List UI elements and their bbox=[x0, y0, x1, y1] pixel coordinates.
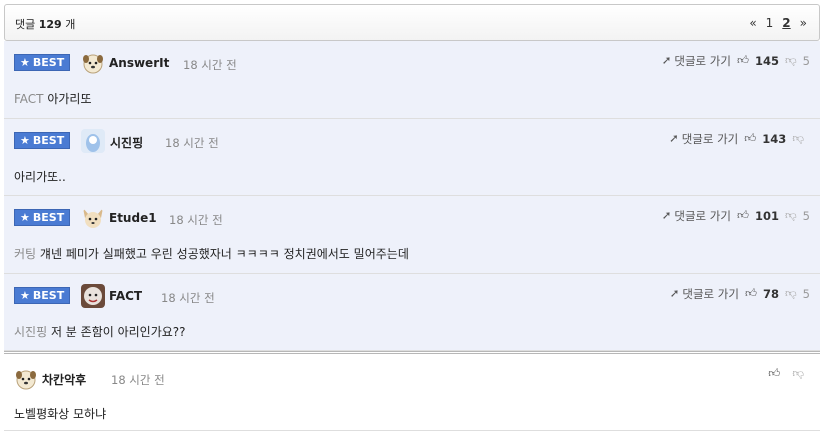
thumbs-up-icon[interactable]: 👍︎ bbox=[745, 288, 757, 300]
comment-item: ★ BEST AnswerIt 18 시간 전 ➚ 댓글로 가기 👍︎ 145 👎… bbox=[4, 41, 820, 119]
comment-text: 저 분 존함이 아리인가요?? bbox=[50, 324, 186, 339]
goto-comment-label: 댓글로 가기 bbox=[674, 209, 731, 224]
pagination: « 1 2 » bbox=[749, 16, 807, 30]
comment-item: ★ BEST Etude1 18 시간 전 ➚ 댓글로 가기 👍︎ 101 👎︎ … bbox=[4, 196, 820, 274]
goto-comment-label: 댓글로 가기 bbox=[681, 131, 739, 146]
goto-comment-label: 댓글로 가기 bbox=[682, 286, 739, 301]
comment-item: ★ BEST FACT 18 시간 전 ➚ 댓글로 가기 👍︎ 78 👎︎ 5 시… bbox=[4, 273, 820, 352]
dislike-count: 5 bbox=[802, 209, 810, 224]
reply-target[interactable]: FACT bbox=[14, 92, 44, 106]
goto-comment-link[interactable]: ➚ 댓글로 가기 bbox=[662, 53, 731, 69]
author-name[interactable]: AnswerIt bbox=[109, 56, 169, 70]
comment-actions: ➚ 댓글로 가기 👍︎ 78 👎︎ 5 bbox=[670, 286, 810, 302]
comments-header: 댓글 129 개 « 1 2 » bbox=[4, 4, 820, 41]
dislike-count: 5 bbox=[802, 54, 810, 68]
comment-actions: ➚ 댓글로 가기 👍︎ 145 👎︎ 5 bbox=[662, 53, 810, 69]
author-name[interactable]: 차칸악후 bbox=[42, 371, 86, 388]
comment-text: 아가리또 bbox=[47, 92, 92, 106]
dislike-count: 5 bbox=[802, 286, 810, 301]
avatar[interactable] bbox=[81, 51, 105, 75]
page-2-link[interactable]: 2 bbox=[782, 16, 790, 30]
avatar[interactable] bbox=[81, 283, 105, 308]
comment-count-label: 댓글 bbox=[15, 18, 36, 31]
comment-body: FACT 아가리또 bbox=[14, 90, 92, 107]
best-badge: ★ BEST bbox=[14, 54, 71, 71]
comment-body: 노벨평화상 모하냐 bbox=[14, 405, 106, 422]
reply-target[interactable]: 커팅 bbox=[14, 247, 36, 261]
comment-body: 커팅 걔넨 페미가 실패했고 우린 성공했자너 ㅋㅋㅋㅋ 정치권에서도 밀어주는… bbox=[14, 245, 409, 262]
author-name[interactable]: Etude1 bbox=[109, 211, 157, 225]
thumbs-down-icon[interactable]: 👎︎ bbox=[785, 288, 797, 300]
best-badge: ★ BEST bbox=[14, 131, 71, 149]
star-icon: ★ bbox=[20, 288, 30, 302]
star-icon: ★ bbox=[20, 211, 30, 225]
send-icon: ➚ bbox=[661, 208, 672, 223]
comment-actions: ➚ 댓글로 가기 👍︎ 101 👎︎ 5 bbox=[662, 208, 810, 224]
comment-count-unit: 개 bbox=[65, 18, 76, 31]
comment-text: 아리가또.. bbox=[14, 169, 66, 184]
goto-comment-link[interactable]: ➚ 댓글로 가기 bbox=[662, 208, 731, 224]
thumbs-up-icon[interactable]: 👍︎ bbox=[737, 210, 749, 222]
comment-text: 노벨평화상 모하냐 bbox=[14, 407, 107, 422]
thumbs-up-icon[interactable]: 👍︎ bbox=[744, 132, 756, 145]
comment-actions: 👍︎ 👎︎ bbox=[768, 368, 810, 380]
comment-count: 댓글 129 개 bbox=[15, 16, 75, 32]
best-badge-label: BEST bbox=[32, 288, 65, 302]
comment-item: 차칸악후 18 시간 전 👍︎ 👎︎ 노벨평화상 모하냐 bbox=[4, 351, 820, 432]
author-name[interactable]: FACT bbox=[109, 289, 142, 303]
avatar[interactable] bbox=[14, 367, 38, 391]
send-icon: ➚ bbox=[669, 130, 679, 145]
next-page-button[interactable]: » bbox=[800, 16, 807, 30]
thumbs-down-icon[interactable]: 👎︎ bbox=[792, 132, 804, 145]
like-count: 143 bbox=[762, 131, 787, 146]
best-badge-label: BEST bbox=[32, 133, 65, 147]
best-badge-label: BEST bbox=[32, 56, 65, 69]
comment-time: 18 시간 전 bbox=[111, 373, 165, 388]
comment-time: 18 시간 전 bbox=[169, 213, 223, 228]
comment-time: 18 시간 전 bbox=[161, 290, 215, 305]
thumbs-up-icon[interactable]: 👍︎ bbox=[768, 368, 780, 380]
comment-body: 아리가또.. bbox=[14, 168, 66, 185]
like-count: 101 bbox=[754, 209, 779, 224]
thumbs-up-icon[interactable]: 👍︎ bbox=[737, 55, 749, 67]
author-name[interactable]: 시진핑 bbox=[110, 134, 143, 151]
send-icon: ➚ bbox=[661, 53, 672, 68]
reply-target[interactable]: 시진핑 bbox=[14, 325, 47, 339]
comment-body: 시진핑 저 분 존함이 아리인가요?? bbox=[14, 323, 186, 340]
send-icon: ➚ bbox=[669, 286, 680, 301]
comment-item: ★ BEST 시진핑 18 시간 전 ➚ 댓글로 가기 👍︎ 143 👎︎ 아리가… bbox=[4, 118, 820, 197]
like-count: 78 bbox=[762, 286, 779, 301]
comment-actions: ➚ 댓글로 가기 👍︎ 143 👎︎ bbox=[669, 131, 810, 147]
goto-comment-link[interactable]: ➚ 댓글로 가기 bbox=[669, 131, 738, 147]
best-badge: ★ BEST bbox=[14, 209, 71, 227]
comment-time: 18 시간 전 bbox=[183, 58, 237, 72]
page-1-link[interactable]: 1 bbox=[766, 16, 774, 30]
best-badge: ★ BEST bbox=[14, 286, 71, 304]
goto-comment-link[interactable]: ➚ 댓글로 가기 bbox=[670, 286, 739, 302]
comment-count-number: 129 bbox=[38, 18, 62, 31]
comment-time: 18 시간 전 bbox=[165, 135, 219, 150]
goto-comment-label: 댓글로 가기 bbox=[674, 54, 731, 68]
thumbs-down-icon[interactable]: 👎︎ bbox=[792, 368, 804, 380]
avatar[interactable] bbox=[81, 128, 105, 153]
comment-text: 걔넨 페미가 실패했고 우린 성공했자너 ㅋㅋㅋㅋ 정치권에서도 밀어주는데 bbox=[39, 247, 409, 262]
thumbs-down-icon[interactable]: 👎︎ bbox=[785, 210, 797, 222]
like-count: 145 bbox=[754, 54, 779, 68]
thumbs-down-icon[interactable]: 👎︎ bbox=[785, 55, 797, 67]
star-icon: ★ bbox=[20, 56, 30, 69]
comment-list: ★ BEST AnswerIt 18 시간 전 ➚ 댓글로 가기 👍︎ 145 👎… bbox=[4, 41, 820, 432]
prev-page-button[interactable]: « bbox=[749, 16, 756, 30]
star-icon: ★ bbox=[20, 133, 30, 147]
best-badge-label: BEST bbox=[32, 211, 65, 225]
avatar[interactable] bbox=[81, 206, 105, 230]
